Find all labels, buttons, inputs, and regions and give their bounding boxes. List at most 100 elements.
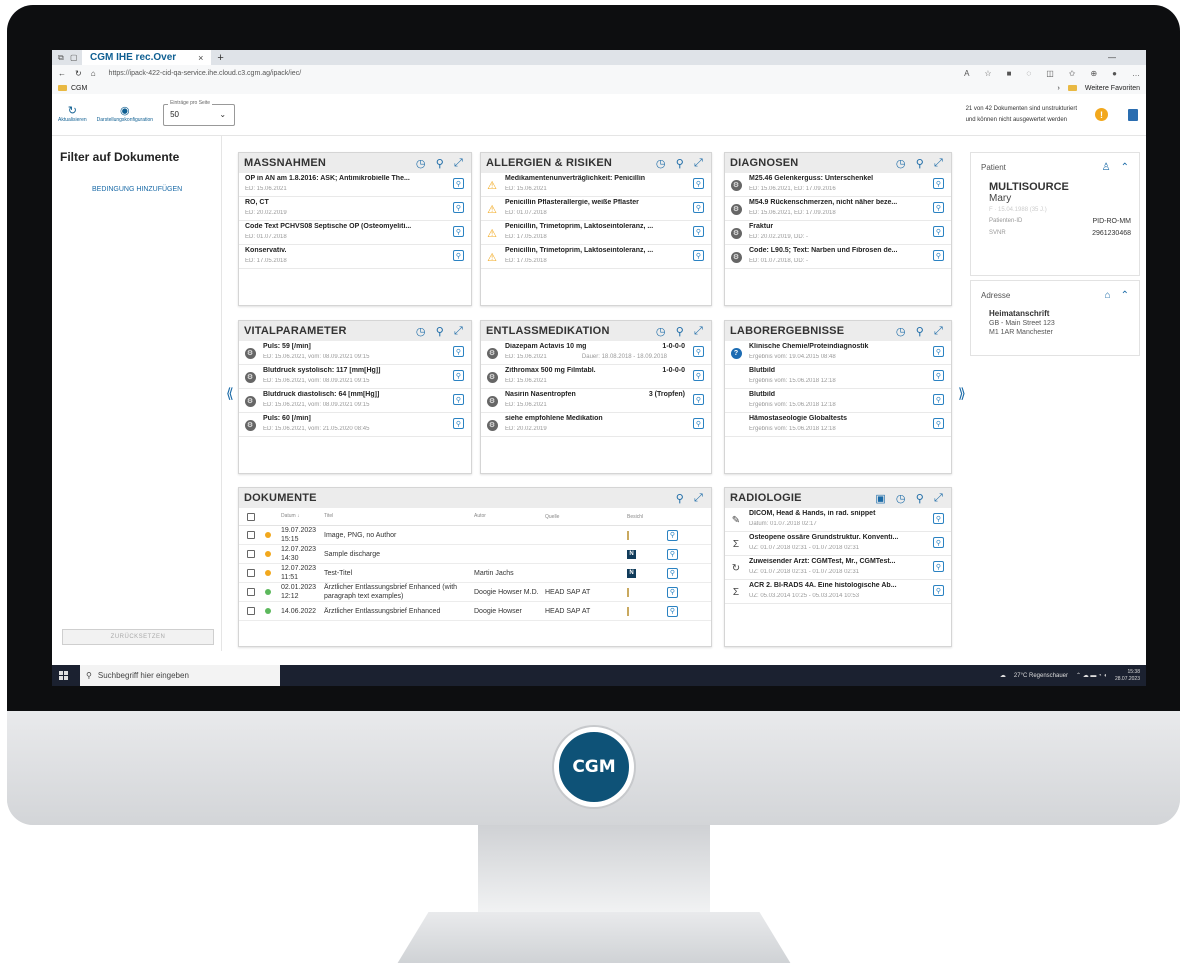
list-item[interactable]: Σ Osteopene ossäre Grundstruktur. Konvent…: [725, 532, 951, 556]
add-condition-link[interactable]: BEDINGUNG HINZUFÜGEN: [92, 186, 221, 193]
open-detail-icon[interactable]: ⚲: [933, 513, 944, 524]
open-document-icon[interactable]: ⚲: [667, 586, 678, 598]
search-icon[interactable]: ⚲: [676, 492, 684, 505]
open-detail-icon[interactable]: ⚲: [933, 370, 944, 381]
open-detail-icon[interactable]: ⚲: [933, 585, 944, 596]
list-item[interactable]: ⚙ siehe empfohlene Medikation ED: 20.02.20…: [481, 413, 711, 437]
home-icon[interactable]: ⌂: [1105, 290, 1111, 301]
row-checkbox[interactable]: [247, 531, 255, 539]
windows-start-icon[interactable]: [59, 671, 68, 680]
list-item[interactable]: ⚙ M25.46 Gelenkerguss: Unterschenkel ED: 1…: [725, 173, 951, 197]
row-checkbox[interactable]: [247, 569, 255, 577]
document-icon[interactable]: [1128, 108, 1138, 121]
list-item[interactable]: ⚙ Puls: 59 [/min] ED: 15.06.2021, vom: 08.…: [239, 341, 471, 365]
col-view[interactable]: Besichl: [627, 514, 667, 520]
fav-cgm[interactable]: CGM: [71, 85, 87, 92]
list-item[interactable]: ⚙ Blutdruck systolisch: 117 [mm[Hg]] ED: 1…: [239, 365, 471, 389]
folder-icon[interactable]: [627, 587, 629, 597]
open-detail-icon[interactable]: ⚲: [693, 226, 704, 237]
weather-text[interactable]: 27°C Regenschauer: [1014, 673, 1068, 679]
expand-icon[interactable]: ⤢: [454, 157, 463, 170]
back-icon[interactable]: ←: [58, 69, 66, 78]
history-icon[interactable]: ◷: [656, 157, 666, 170]
clock[interactable]: 15:38 28.07.2023: [1115, 669, 1140, 683]
profile-icon[interactable]: ●: [1112, 69, 1117, 78]
history-icon[interactable]: ◷: [416, 157, 426, 170]
extension-icon[interactable]: ■: [1007, 69, 1012, 78]
list-item[interactable]: ⚙ Blutdruck diastolisch: 64 [mm[Hg]] ED: 1…: [239, 389, 471, 413]
expand-icon[interactable]: ⤢: [694, 157, 703, 170]
chevron-up-icon[interactable]: ⌃: [1121, 162, 1129, 173]
list-item[interactable]: ⚠ Penicillin, Trimetoprim, Laktoseintoler…: [481, 221, 711, 245]
fav-other[interactable]: Weitere Favoriten: [1085, 85, 1140, 92]
expand-icon[interactable]: ⤢: [934, 492, 943, 505]
minimize-icon[interactable]: —: [1108, 53, 1116, 62]
open-document-icon[interactable]: ⚲: [667, 605, 678, 617]
list-item[interactable]: Code Text PCHVS08 Septische OP (Osteomye…: [239, 221, 471, 245]
close-tab-icon[interactable]: ×: [198, 53, 203, 63]
list-item[interactable]: ⚙ Fraktur ED: 20.02.2019, DD: - ⚲: [725, 221, 951, 245]
expand-icon[interactable]: ⤢: [934, 157, 943, 170]
list-item[interactable]: Hämostaseologie Globaltests Ergebnis vom:…: [725, 413, 951, 437]
search-icon[interactable]: ⚲: [436, 157, 444, 170]
entries-per-page-select[interactable]: Einträge pro Seite 50 ⌄: [163, 99, 236, 126]
image-icon[interactable]: ▣: [875, 492, 886, 505]
open-detail-icon[interactable]: ⚲: [693, 178, 704, 189]
reset-button[interactable]: ZURÜCKSETZEN: [62, 629, 214, 645]
tab-actions-icon[interactable]: ▢: [70, 53, 82, 62]
list-item[interactable]: ⚠ Penicillin Pflasterallergie, weiße Pfla…: [481, 197, 711, 221]
table-row[interactable]: 19.07.2023 15:15 Image, PNG, no Author ⚲: [239, 526, 711, 545]
folder-icon[interactable]: [627, 530, 629, 540]
open-detail-icon[interactable]: ⚲: [693, 370, 704, 381]
search-icon[interactable]: ⚲: [916, 157, 924, 170]
col-date[interactable]: Datum ↓: [281, 512, 324, 521]
open-detail-icon[interactable]: ⚲: [693, 250, 704, 261]
open-detail-icon[interactable]: ⚲: [933, 250, 944, 261]
open-detail-icon[interactable]: ⚲: [453, 250, 464, 261]
open-detail-icon[interactable]: ⚲: [933, 178, 944, 189]
col-source[interactable]: Quelle: [545, 514, 627, 520]
open-detail-icon[interactable]: ⚲: [933, 346, 944, 357]
search-icon[interactable]: ⚲: [676, 157, 684, 170]
col-title[interactable]: Titel: [324, 512, 474, 521]
read-aloud-icon[interactable]: A: [964, 69, 969, 78]
expand-icon[interactable]: ⤢: [694, 325, 703, 338]
list-item[interactable]: Konservativ. ED: 17.05.2018 ⚲: [239, 245, 471, 269]
list-item[interactable]: ✎ DICOM, Head & Hands, in rad. snippet Dat…: [725, 508, 951, 532]
list-item[interactable]: ↻ Zuweisender Arzt: CGMTest, Mr., CGMTest…: [725, 556, 951, 580]
list-item[interactable]: ⚙ M54.9 Rückenschmerzen, nicht näher beze…: [725, 197, 951, 221]
open-detail-icon[interactable]: ⚲: [933, 202, 944, 213]
workspaces-icon[interactable]: ⧉: [58, 53, 70, 63]
open-detail-icon[interactable]: ⚲: [453, 202, 464, 213]
chevron-up-icon[interactable]: ⌃: [1121, 290, 1129, 301]
table-row[interactable]: 14.06.2022 Ärztlicher Entlassungsbrief En…: [239, 602, 711, 621]
open-detail-icon[interactable]: ⚲: [933, 226, 944, 237]
table-row[interactable]: 02.01.2023 12:12 Ärztlicher Entlassungsbr…: [239, 583, 711, 602]
document-type-icon[interactable]: N: [627, 568, 636, 578]
open-detail-icon[interactable]: ⚲: [453, 178, 464, 189]
open-detail-icon[interactable]: ⚲: [693, 418, 704, 429]
new-tab-icon[interactable]: +: [217, 52, 223, 64]
split-icon[interactable]: ◫: [1046, 69, 1054, 78]
search-icon[interactable]: ⚲: [676, 325, 684, 338]
history-icon[interactable]: ◷: [656, 325, 666, 338]
list-item[interactable]: ⚠ Penicillin, Trimetoprim, Laktoseintoler…: [481, 245, 711, 269]
open-detail-icon[interactable]: ⚲: [693, 202, 704, 213]
list-item[interactable]: ? Klinische Chemie/Proteindiagnostik Ergeb…: [725, 341, 951, 365]
document-type-icon[interactable]: N: [627, 549, 636, 559]
collections-icon[interactable]: ⊕: [1090, 69, 1097, 78]
folder-icon[interactable]: [627, 606, 629, 616]
refresh-button[interactable]: ↻ Aktualisieren: [58, 106, 87, 124]
collapse-left-icon[interactable]: ⟪: [226, 385, 234, 402]
history-icon[interactable]: ◷: [896, 157, 906, 170]
taskbar-search[interactable]: ⚲ Suchbegriff hier eingeben: [80, 665, 280, 686]
open-detail-icon[interactable]: ⚲: [933, 561, 944, 572]
table-row[interactable]: 12.07.2023 14:30 Sample discharge N ⚲: [239, 545, 711, 564]
open-detail-icon[interactable]: ⚲: [453, 394, 464, 405]
row-checkbox[interactable]: [247, 550, 255, 558]
browser-tab[interactable]: CGM IHE rec.Over ×: [82, 50, 212, 65]
history-icon[interactable]: ◷: [416, 325, 426, 338]
tray-icons[interactable]: ⌃ ☁ ▬ ◔ ◖: [1076, 672, 1107, 679]
weather-icon[interactable]: ☁: [1000, 672, 1006, 679]
open-detail-icon[interactable]: ⚲: [453, 370, 464, 381]
